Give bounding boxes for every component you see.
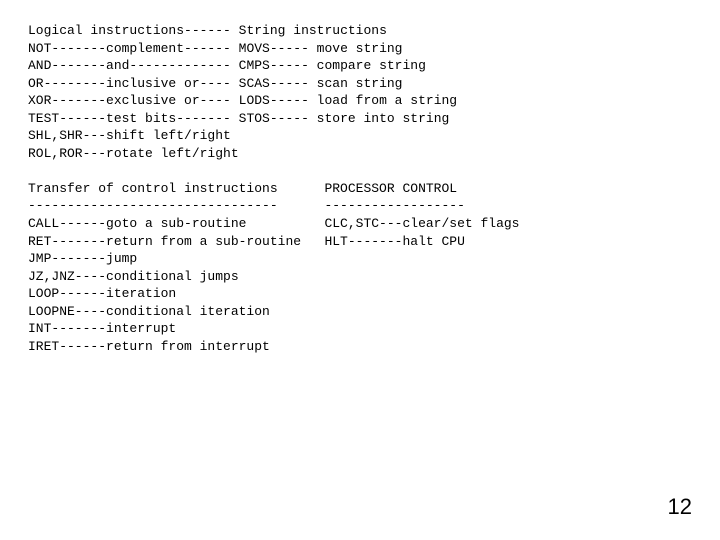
b2-l10: IRET------return from interrupt (28, 339, 270, 354)
b1-l2: NOT-------complement------ (28, 41, 231, 56)
b2-l4: RET-------return from a sub-routine (28, 234, 301, 249)
b1-l8: ROL,ROR---rotate left/right (28, 146, 239, 161)
slide-text: Logical instructions------ String instru… (0, 0, 720, 355)
b2r-l2: ------------------ (324, 198, 464, 213)
b1-l4: OR--------inclusive or---- (28, 76, 231, 91)
b2r-l4: HLT-------halt CPU (324, 234, 464, 249)
b2-l3: CALL------goto a sub-routine (28, 216, 246, 231)
b2-l5: JMP-------jump (28, 251, 137, 266)
b1-l6: TEST------test bits------- (28, 111, 231, 126)
b1r-l3: CMPS----- compare string (239, 58, 426, 73)
b1-l7: SHL,SHR---shift left/right (28, 128, 231, 143)
b2-l1: Transfer of control instructions (28, 181, 278, 196)
b1r-l4: SCAS----- scan string (239, 76, 403, 91)
b2r-l3: CLC,STC---clear/set flags (324, 216, 519, 231)
b1-l3: AND-------and------------- (28, 58, 231, 73)
b2-l2: -------------------------------- (28, 198, 278, 213)
b1r-l6: STOS----- store into string (239, 111, 450, 126)
b2-l9: INT-------interrupt (28, 321, 176, 336)
b1r-l1: String instructions (239, 23, 387, 38)
b1-l5: XOR-------exclusive or---- (28, 93, 231, 108)
b1-l1: Logical instructions------ (28, 23, 231, 38)
page-number: 12 (668, 492, 692, 522)
b1r-l2: MOVS----- move string (239, 41, 403, 56)
b2-l6: JZ,JNZ----conditional jumps (28, 269, 239, 284)
b2-l7: LOOP------iteration (28, 286, 176, 301)
b2r-l1: PROCESSOR CONTROL (324, 181, 457, 196)
b1r-l5: LODS----- load from a string (239, 93, 457, 108)
b2-l8: LOOPNE----conditional iteration (28, 304, 270, 319)
